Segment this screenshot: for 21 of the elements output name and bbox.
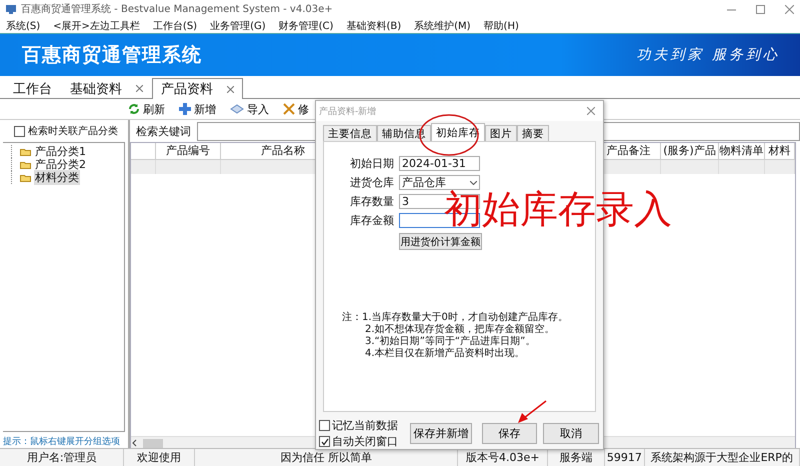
search-label: 检索关键词 [136,124,191,138]
status-text: 系统架构源于大型企业ERP的 [644,449,800,466]
status-text: 59917 [605,449,645,466]
note-text: 2.如不想体现存货金额，把库存金额留空。 [364,324,556,336]
status-text: 欢迎使用 [124,449,195,466]
note-text: 注：1.当库存数量大于0时，才自动创建产品库存。 [342,312,569,324]
app-title: 百惠商贸通管理系统 [22,43,202,68]
field-label: 进货仓库 [350,175,394,190]
field-label: 库存金额 [350,213,394,228]
checkbox-label: 自动关闭窗口 [332,434,398,449]
note-text: 4.本栏目仅在新增产品资料时出现。 [364,348,526,360]
status-text: 用户名:管理员 [0,449,124,466]
checkbox-label: 检索时关联产品分类 [28,124,118,138]
field-label: 初始日期 [350,156,394,172]
dialog-title: 产品资料-新增 [319,106,376,118]
checkbox-label: 记忆当前数据 [332,418,398,433]
window-title: 百惠商贸通管理系统 - Bestvalue Management System - v4.03e+ [21,2,334,16]
note-text: 3.“初始日期”等同于“产品进库日期”。 [364,336,536,348]
field-label: 库存数量 [350,194,394,210]
slogan: 功夫到家 服务到心 [636,46,780,64]
hint-text: 提示：鼠标右键展开分组选项 [2,436,121,448]
